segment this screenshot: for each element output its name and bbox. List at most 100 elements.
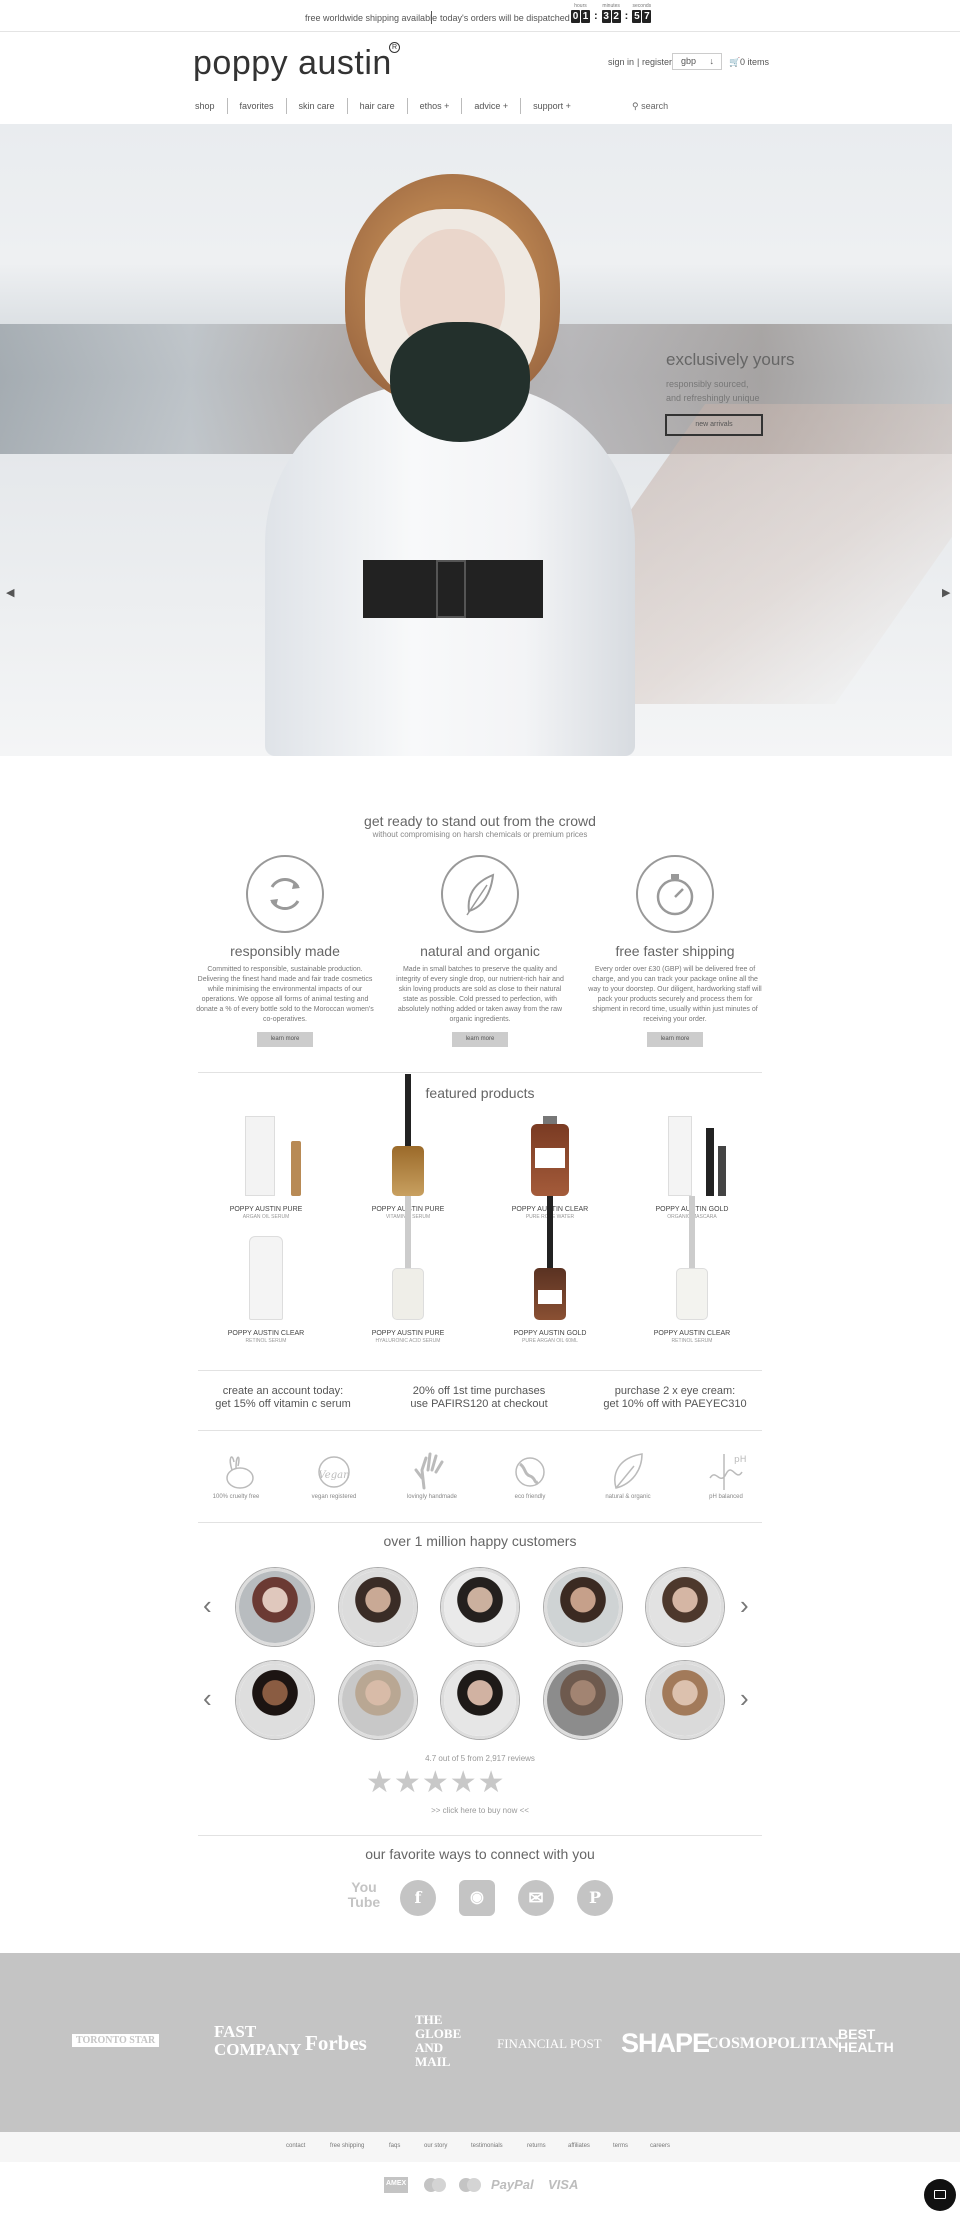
product-desc: HYALURONIC ACID SERUM — [375, 1338, 441, 1344]
ph-icon: pH — [696, 1448, 756, 1492]
sign-in-link[interactable]: sign in — [608, 57, 634, 67]
customer-photo[interactable] — [441, 1568, 519, 1646]
product-image — [490, 1196, 610, 1326]
product-name: POPPY AUSTIN PURE — [371, 1330, 445, 1337]
nav-favorites[interactable]: favorites — [228, 98, 287, 114]
section-title: get ready to stand out from the crowd — [364, 813, 596, 829]
nav-hair-care[interactable]: hair care — [348, 98, 408, 114]
timer-hours: hours 01 — [571, 3, 590, 23]
review-summary: 4.7 out of 5 from 2,917 reviews — [425, 1754, 535, 1763]
press-logo: Forbes — [305, 2031, 367, 2055]
footer-link-careers[interactable]: careers — [650, 2143, 670, 2149]
nav-support[interactable]: support + — [521, 98, 583, 114]
timer-digit: 0 — [571, 10, 580, 23]
email-icon[interactable]: ✉ — [518, 1880, 554, 1916]
chat-button[interactable] — [924, 2179, 956, 2211]
customer-photo[interactable] — [646, 1661, 724, 1739]
chevron-down-icon: ↓ — [709, 56, 715, 66]
buy-now-link[interactable]: >> click here to buy now << — [193, 1806, 767, 1815]
carousel-prev-arrow[interactable]: ‹ — [203, 1590, 212, 1621]
svg-text:Vegan: Vegan — [318, 1470, 349, 1481]
feature-title: responsibly made — [230, 943, 340, 959]
customer-photo[interactable] — [441, 1661, 519, 1739]
nav-advice[interactable]: advice + — [462, 98, 522, 114]
footer-link-faqs[interactable]: faqs — [389, 2143, 400, 2149]
customer-photo[interactable] — [236, 1661, 314, 1739]
promo-first-purchase[interactable]: 20% off 1st time purchases use PAFIRS120… — [389, 1385, 569, 1411]
product-image — [632, 1196, 752, 1326]
customer-photo[interactable] — [236, 1568, 314, 1646]
learn-more-button[interactable]: learn more — [257, 1032, 313, 1047]
product-desc: RETINOL SERUM — [671, 1338, 713, 1344]
cart-link[interactable]: 0 items — [740, 57, 769, 67]
customer-photo[interactable] — [339, 1568, 417, 1646]
timer-minutes: minutes 32 — [601, 3, 621, 23]
instagram-icon[interactable]: ◉ — [459, 1880, 495, 1916]
cruelty-free-badge: 100% cruelty free — [206, 1448, 266, 1500]
pinterest-icon[interactable]: P — [577, 1880, 613, 1916]
slider-prev-arrow[interactable]: ◀ — [6, 586, 14, 599]
footer-link-terms[interactable]: terms — [613, 2143, 628, 2149]
site-logo[interactable]: poppy austin — [193, 44, 392, 83]
slider-next-arrow[interactable]: ▶ — [942, 586, 950, 599]
feature-text: Committed to responsible, sustainable pr… — [196, 966, 374, 1023]
footer-link-free-shipping[interactable]: free shipping — [330, 2143, 364, 2149]
customer-photo[interactable] — [646, 1568, 724, 1646]
currency-value: gbp — [681, 56, 697, 66]
register-link[interactable]: register — [642, 57, 672, 67]
currency-select[interactable]: gbp ↓ — [672, 53, 722, 70]
timer-digit: 5 — [632, 10, 642, 23]
footer-link-our-story[interactable]: our story — [424, 2143, 447, 2149]
footer-link-testimonials[interactable]: testimonials — [471, 2143, 503, 2149]
divider: | — [637, 57, 640, 67]
carousel-next-arrow[interactable]: › — [740, 1683, 749, 1714]
footer-link-contact[interactable]: contact — [286, 2143, 305, 2149]
product-name: POPPY AUSTIN CLEAR — [227, 1330, 305, 1337]
new-arrivals-button[interactable]: new arrivals — [665, 414, 763, 436]
nav-shop[interactable]: shop — [193, 98, 228, 114]
nav-ethos[interactable]: ethos + — [408, 98, 463, 114]
main-nav: shop favorites skin care hair care ethos… — [193, 98, 583, 114]
product-card[interactable]: POPPY AUSTIN PURE HYALURONIC ACID SERUM — [348, 1196, 468, 1344]
feature-card: natural and organic Made in small batche… — [391, 855, 569, 1047]
hero-banner[interactable]: exclusively yours responsibly sourced, a… — [0, 124, 952, 756]
youtube-icon[interactable]: You Tube — [346, 1880, 382, 1916]
product-card[interactable]: POPPY AUSTIN GOLD PURE ARGAN OIL 60ML — [490, 1196, 610, 1344]
star-icon: ★ — [449, 1766, 478, 1799]
feature-text: Every order over £30 (GBP) will be deliv… — [588, 966, 762, 1023]
star-icon: ★ — [393, 1766, 422, 1799]
featured-title: featured products — [425, 1085, 535, 1101]
stopwatch-icon — [636, 855, 714, 933]
promo-line: purchase 2 x eye cream: — [614, 1385, 736, 1397]
feature-card: free faster shipping Every order over £3… — [586, 855, 764, 1047]
search-field[interactable]: ⚲ search — [632, 101, 668, 112]
carousel-next-arrow[interactable]: › — [740, 1590, 749, 1621]
nav-skin-care[interactable]: skin care — [287, 98, 348, 114]
divider — [198, 1072, 762, 1073]
facebook-icon[interactable]: f — [400, 1880, 436, 1916]
footer-link-returns[interactable]: returns — [527, 2143, 546, 2149]
feather-icon — [441, 855, 519, 933]
envelope-icon — [934, 2190, 946, 2199]
product-card[interactable]: POPPY AUSTIN PURE ARGAN OIL SERUM — [206, 1110, 326, 1220]
product-image — [206, 1110, 326, 1202]
eco-friendly-badge: eco friendly — [500, 1448, 560, 1500]
cart-icon[interactable]: 🛒 — [729, 57, 740, 68]
product-card[interactable]: POPPY AUSTIN CLEAR RETINOL SERUM — [632, 1196, 752, 1344]
footer-link-affiliates[interactable]: affiliates — [568, 2143, 590, 2149]
carousel-prev-arrow[interactable]: ‹ — [203, 1683, 212, 1714]
customer-photo[interactable] — [339, 1661, 417, 1739]
customer-photo[interactable] — [544, 1568, 622, 1646]
product-card[interactable]: POPPY AUSTIN CLEAR RETINOL SERUM — [206, 1234, 326, 1344]
search-placeholder: search — [641, 101, 669, 111]
learn-more-button[interactable]: learn more — [647, 1032, 703, 1047]
search-icon: ⚲ — [632, 101, 639, 111]
learn-more-button[interactable]: learn more — [452, 1032, 508, 1047]
timer-digit: 2 — [611, 10, 621, 23]
promo-account[interactable]: create an account today: get 15% off vit… — [193, 1385, 373, 1411]
divider — [198, 1370, 762, 1371]
shipping-message: free worldwide shipping available — [305, 13, 438, 23]
badge-label: 100% cruelty free — [212, 1494, 260, 1500]
customer-photo[interactable] — [544, 1661, 622, 1739]
promo-eye-cream[interactable]: purchase 2 x eye cream: get 10% off with… — [585, 1385, 765, 1411]
